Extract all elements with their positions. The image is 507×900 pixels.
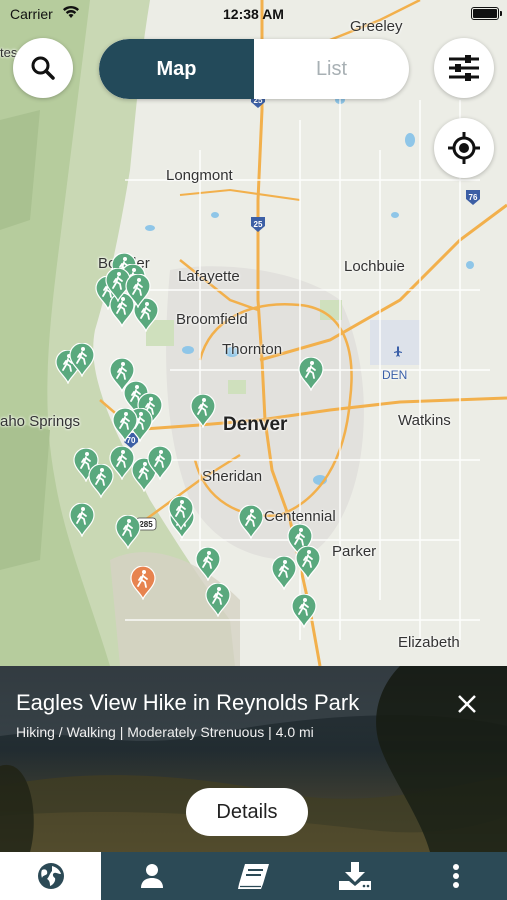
trail-pin[interactable] <box>125 274 151 308</box>
trail-pin[interactable] <box>69 343 95 377</box>
tab-more[interactable] <box>406 852 507 900</box>
city-label: Denver <box>223 414 288 435</box>
shield-i76: 76 <box>469 193 478 202</box>
trail-pin[interactable] <box>190 394 216 428</box>
battery-icon <box>471 7 499 20</box>
tab-profile[interactable] <box>101 852 202 900</box>
close-icon[interactable] <box>455 692 479 716</box>
search-icon <box>31 56 55 80</box>
tab-downloads[interactable] <box>304 852 405 900</box>
city-label: Lafayette <box>178 268 240 285</box>
hiker-icon <box>195 547 221 581</box>
city-label: Elizabeth <box>398 634 460 651</box>
download-icon <box>338 862 371 890</box>
city-label: Thornton <box>222 341 283 358</box>
search-button[interactable] <box>13 38 73 98</box>
airport-label: DEN <box>382 368 408 382</box>
trail-pin[interactable] <box>291 594 317 628</box>
hiker-icon <box>298 357 324 391</box>
hiker-icon <box>238 505 264 539</box>
trail-pin[interactable] <box>238 505 264 539</box>
shield-i25-mid: 25 <box>254 220 263 229</box>
book-icon <box>237 864 269 889</box>
city-label: Centennial <box>264 508 336 525</box>
tab-map[interactable]: Map <box>99 39 254 99</box>
hiker-icon <box>112 408 138 442</box>
hiker-icon <box>190 394 216 428</box>
details-button[interactable]: Details <box>186 788 308 836</box>
hiker-icon <box>125 274 151 308</box>
city-label: Parker <box>332 543 377 560</box>
locate-button[interactable] <box>434 118 494 178</box>
city-label: aho Springs <box>0 413 81 430</box>
hiker-icon <box>130 566 156 600</box>
battery-nub <box>500 11 502 16</box>
tab-bar <box>0 852 507 900</box>
tab-guides[interactable] <box>203 852 304 900</box>
trail-pin[interactable] <box>205 583 231 617</box>
hiker-icon <box>168 496 194 530</box>
trail-pin[interactable] <box>115 515 141 549</box>
globe-icon <box>37 863 64 889</box>
trail-subtitle: Hiking / Walking | Moderately Strenuous … <box>16 724 314 740</box>
city-label: Broomfield <box>176 311 248 328</box>
hiker-icon <box>205 583 231 617</box>
more-icon <box>453 864 460 888</box>
hiker-icon <box>147 446 173 480</box>
city-label: Lochbuie <box>344 258 405 275</box>
hiker-icon <box>271 556 297 590</box>
hiker-icon <box>115 515 141 549</box>
filter-button[interactable] <box>434 38 494 98</box>
city-label: Watkins <box>398 412 451 429</box>
status-bar: Carrier 12:38 AM <box>0 0 507 28</box>
status-time: 12:38 AM <box>223 6 284 22</box>
city-label: Longmont <box>166 167 233 184</box>
trail-pin[interactable] <box>112 408 138 442</box>
person-icon <box>141 864 164 888</box>
trail-title: Eagles View Hike in Reynolds Park <box>16 690 360 715</box>
trail-pin[interactable] <box>168 496 194 530</box>
map-base-layer: 25 25 76 70 285 <box>0 0 507 666</box>
tab-explore[interactable] <box>0 852 102 900</box>
sliders-icon <box>449 55 479 81</box>
hiker-icon <box>69 503 95 537</box>
hiker-icon <box>295 546 321 580</box>
trail-pin[interactable] <box>295 546 321 580</box>
shield-us285: 285 <box>139 520 153 529</box>
map-view[interactable]: 25 25 76 70 285 Greeley Longmont Boulder… <box>0 0 507 666</box>
trail-preview-card[interactable]: Eagles View Hike in Reynolds Park Hiking… <box>0 666 507 852</box>
city-label: Sheridan <box>202 468 263 485</box>
trail-pin[interactable] <box>69 503 95 537</box>
hiker-icon <box>69 343 95 377</box>
trail-pin-selected[interactable] <box>130 566 156 600</box>
hiker-icon <box>291 594 317 628</box>
trail-pin[interactable] <box>298 357 324 391</box>
view-toggle[interactable]: Map List <box>99 39 409 99</box>
trail-pin[interactable] <box>271 556 297 590</box>
trail-pin[interactable] <box>195 547 221 581</box>
trail-pin[interactable] <box>147 446 173 480</box>
tab-list[interactable]: List <box>254 39 409 99</box>
crosshair-icon <box>448 132 480 164</box>
